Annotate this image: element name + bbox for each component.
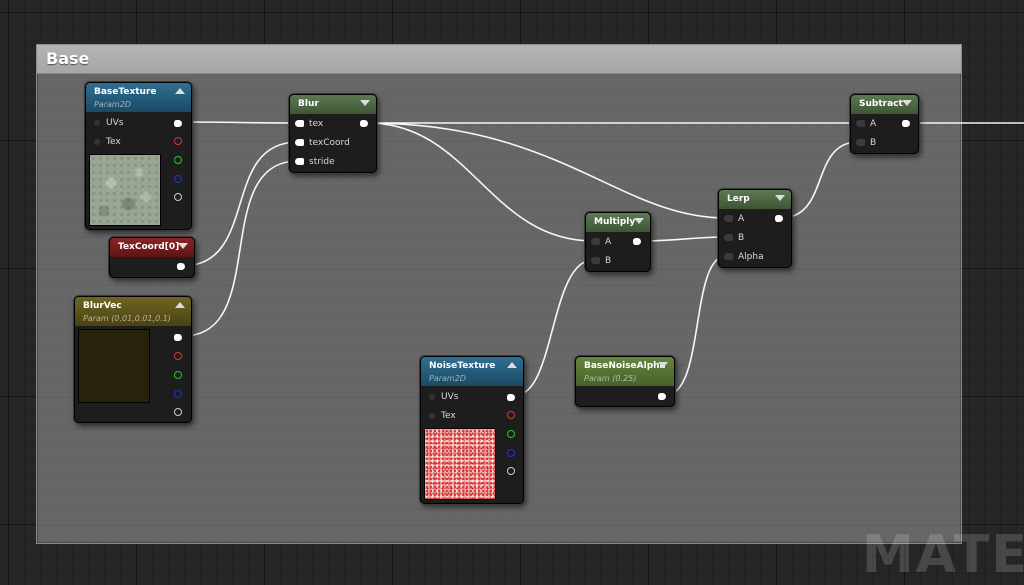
node-title: BlurVec	[83, 301, 122, 311]
pin-label-b: B	[738, 233, 745, 243]
collapse-arrow-icon[interactable]	[175, 88, 185, 94]
node-header[interactable]: Lerp	[719, 190, 791, 209]
node-title: Blur	[298, 99, 319, 109]
node-title: Subtract	[859, 99, 903, 109]
collapse-arrow-icon[interactable]	[178, 243, 188, 249]
output-pin-icon[interactable]	[658, 393, 666, 400]
pin-label-uvs: UVs	[106, 118, 124, 128]
output-pin-rgb-icon[interactable]	[174, 334, 182, 341]
node-title: NoiseTexture	[429, 361, 496, 371]
input-pin-a-icon[interactable]	[724, 215, 733, 222]
pin-label-a: A	[605, 237, 612, 247]
color-preview	[78, 329, 150, 403]
node-lerp[interactable]: Lerp A B Alpha	[718, 189, 792, 268]
node-header[interactable]: BaseTexture Param2D	[86, 83, 191, 112]
node-blurvec[interactable]: BlurVec Param (0.01,0.01,0.1)	[74, 296, 192, 423]
node-subtitle: Param (0.25)	[584, 374, 637, 383]
output-pin-icon[interactable]	[360, 120, 368, 127]
node-subtitle: Param2D	[94, 100, 131, 109]
pin-label-b: B	[870, 138, 877, 148]
input-pin-b-icon[interactable]	[856, 139, 865, 146]
input-pin-icon[interactable]	[429, 413, 435, 419]
pin-label-a: A	[738, 214, 745, 224]
input-pin-tex-icon[interactable]	[295, 120, 304, 127]
input-pin-alpha-icon[interactable]	[724, 253, 733, 260]
node-header[interactable]: TexCoord[0]	[110, 238, 194, 257]
node-title: BaseNoiseAlpha	[584, 361, 666, 371]
node-title: Lerp	[727, 194, 750, 204]
input-pin-texcoord-icon[interactable]	[295, 139, 304, 146]
input-pin-b-icon[interactable]	[591, 257, 600, 264]
output-pin-b-icon[interactable]	[174, 175, 182, 183]
node-title: BaseTexture	[94, 87, 157, 97]
input-pin-a-icon[interactable]	[591, 238, 600, 245]
node-basetexture[interactable]: BaseTexture Param2D UVs Tex	[85, 82, 192, 230]
input-pin-icon[interactable]	[94, 139, 100, 145]
node-blur[interactable]: Blur tex texCoord stride	[289, 94, 377, 173]
pin-label-b: B	[605, 256, 612, 266]
comment-title: Base	[46, 49, 90, 68]
output-pin-icon[interactable]	[902, 120, 910, 127]
collapse-arrow-icon[interactable]	[360, 100, 370, 106]
node-header[interactable]: BaseNoiseAlpha Param (0.25)	[576, 357, 674, 386]
comment-header[interactable]: Base	[37, 45, 961, 74]
pin-label-stride: stride	[309, 157, 335, 167]
output-pin-a-icon[interactable]	[174, 193, 182, 201]
input-pin-a-icon[interactable]	[856, 120, 865, 127]
collapse-arrow-icon[interactable]	[634, 218, 644, 224]
node-header[interactable]: BlurVec Param (0.01,0.01,0.1)	[75, 297, 191, 326]
output-pin-rgb-icon[interactable]	[507, 394, 515, 401]
collapse-arrow-icon[interactable]	[775, 195, 785, 201]
output-pin-icon[interactable]	[177, 263, 185, 270]
pin-label-tex: Tex	[106, 137, 121, 147]
output-pin-g-icon[interactable]	[507, 430, 515, 438]
collapse-arrow-icon[interactable]	[507, 362, 517, 368]
node-basenoisealpha[interactable]: BaseNoiseAlpha Param (0.25)	[575, 356, 675, 407]
node-subtitle: Param2D	[429, 374, 466, 383]
output-pin-g-icon[interactable]	[174, 371, 182, 379]
input-pin-icon[interactable]	[429, 394, 435, 400]
output-pin-b-icon[interactable]	[174, 390, 182, 398]
output-pin-r-icon[interactable]	[174, 352, 182, 360]
output-pin-r-icon[interactable]	[507, 411, 515, 419]
node-header[interactable]: Subtract	[851, 95, 918, 114]
node-title: TexCoord[0]	[118, 242, 180, 252]
input-pin-b-icon[interactable]	[724, 234, 733, 241]
pin-label-a: A	[870, 119, 877, 129]
watermark: MATER	[862, 525, 1024, 585]
collapse-arrow-icon[interactable]	[902, 100, 912, 106]
node-subtitle: Param (0.01,0.01,0.1)	[83, 314, 171, 323]
collapse-arrow-icon[interactable]	[658, 362, 668, 368]
collapse-arrow-icon[interactable]	[175, 302, 185, 308]
node-subtract[interactable]: Subtract A B	[850, 94, 919, 154]
node-header[interactable]: Blur	[290, 95, 376, 114]
output-pin-rgb-icon[interactable]	[174, 120, 182, 127]
pin-label-tex: tex	[309, 119, 324, 129]
node-title: Multiply	[594, 217, 636, 227]
pin-label-uvs: UVs	[441, 392, 459, 402]
node-header[interactable]: NoiseTexture Param2D	[421, 357, 523, 386]
output-pin-icon[interactable]	[775, 215, 783, 222]
output-pin-a-icon[interactable]	[174, 408, 182, 416]
output-pin-b-icon[interactable]	[507, 449, 515, 457]
pin-label-texcoord: texCoord	[309, 138, 350, 148]
output-pin-a-icon[interactable]	[507, 467, 515, 475]
node-multiply[interactable]: Multiply A B	[585, 212, 651, 272]
node-noisetexture[interactable]: NoiseTexture Param2D UVs Tex	[420, 356, 524, 504]
input-pin-stride-icon[interactable]	[295, 158, 304, 165]
pin-label-tex: Tex	[441, 411, 456, 421]
noise-preview	[424, 428, 496, 500]
node-texcoord[interactable]: TexCoord[0]	[109, 237, 195, 278]
output-pin-icon[interactable]	[633, 238, 641, 245]
input-pin-icon[interactable]	[94, 120, 100, 126]
node-header[interactable]: Multiply	[586, 213, 650, 232]
output-pin-g-icon[interactable]	[174, 156, 182, 164]
pin-label-alpha: Alpha	[738, 252, 764, 262]
output-pin-r-icon[interactable]	[174, 137, 182, 145]
texture-preview	[89, 154, 161, 226]
